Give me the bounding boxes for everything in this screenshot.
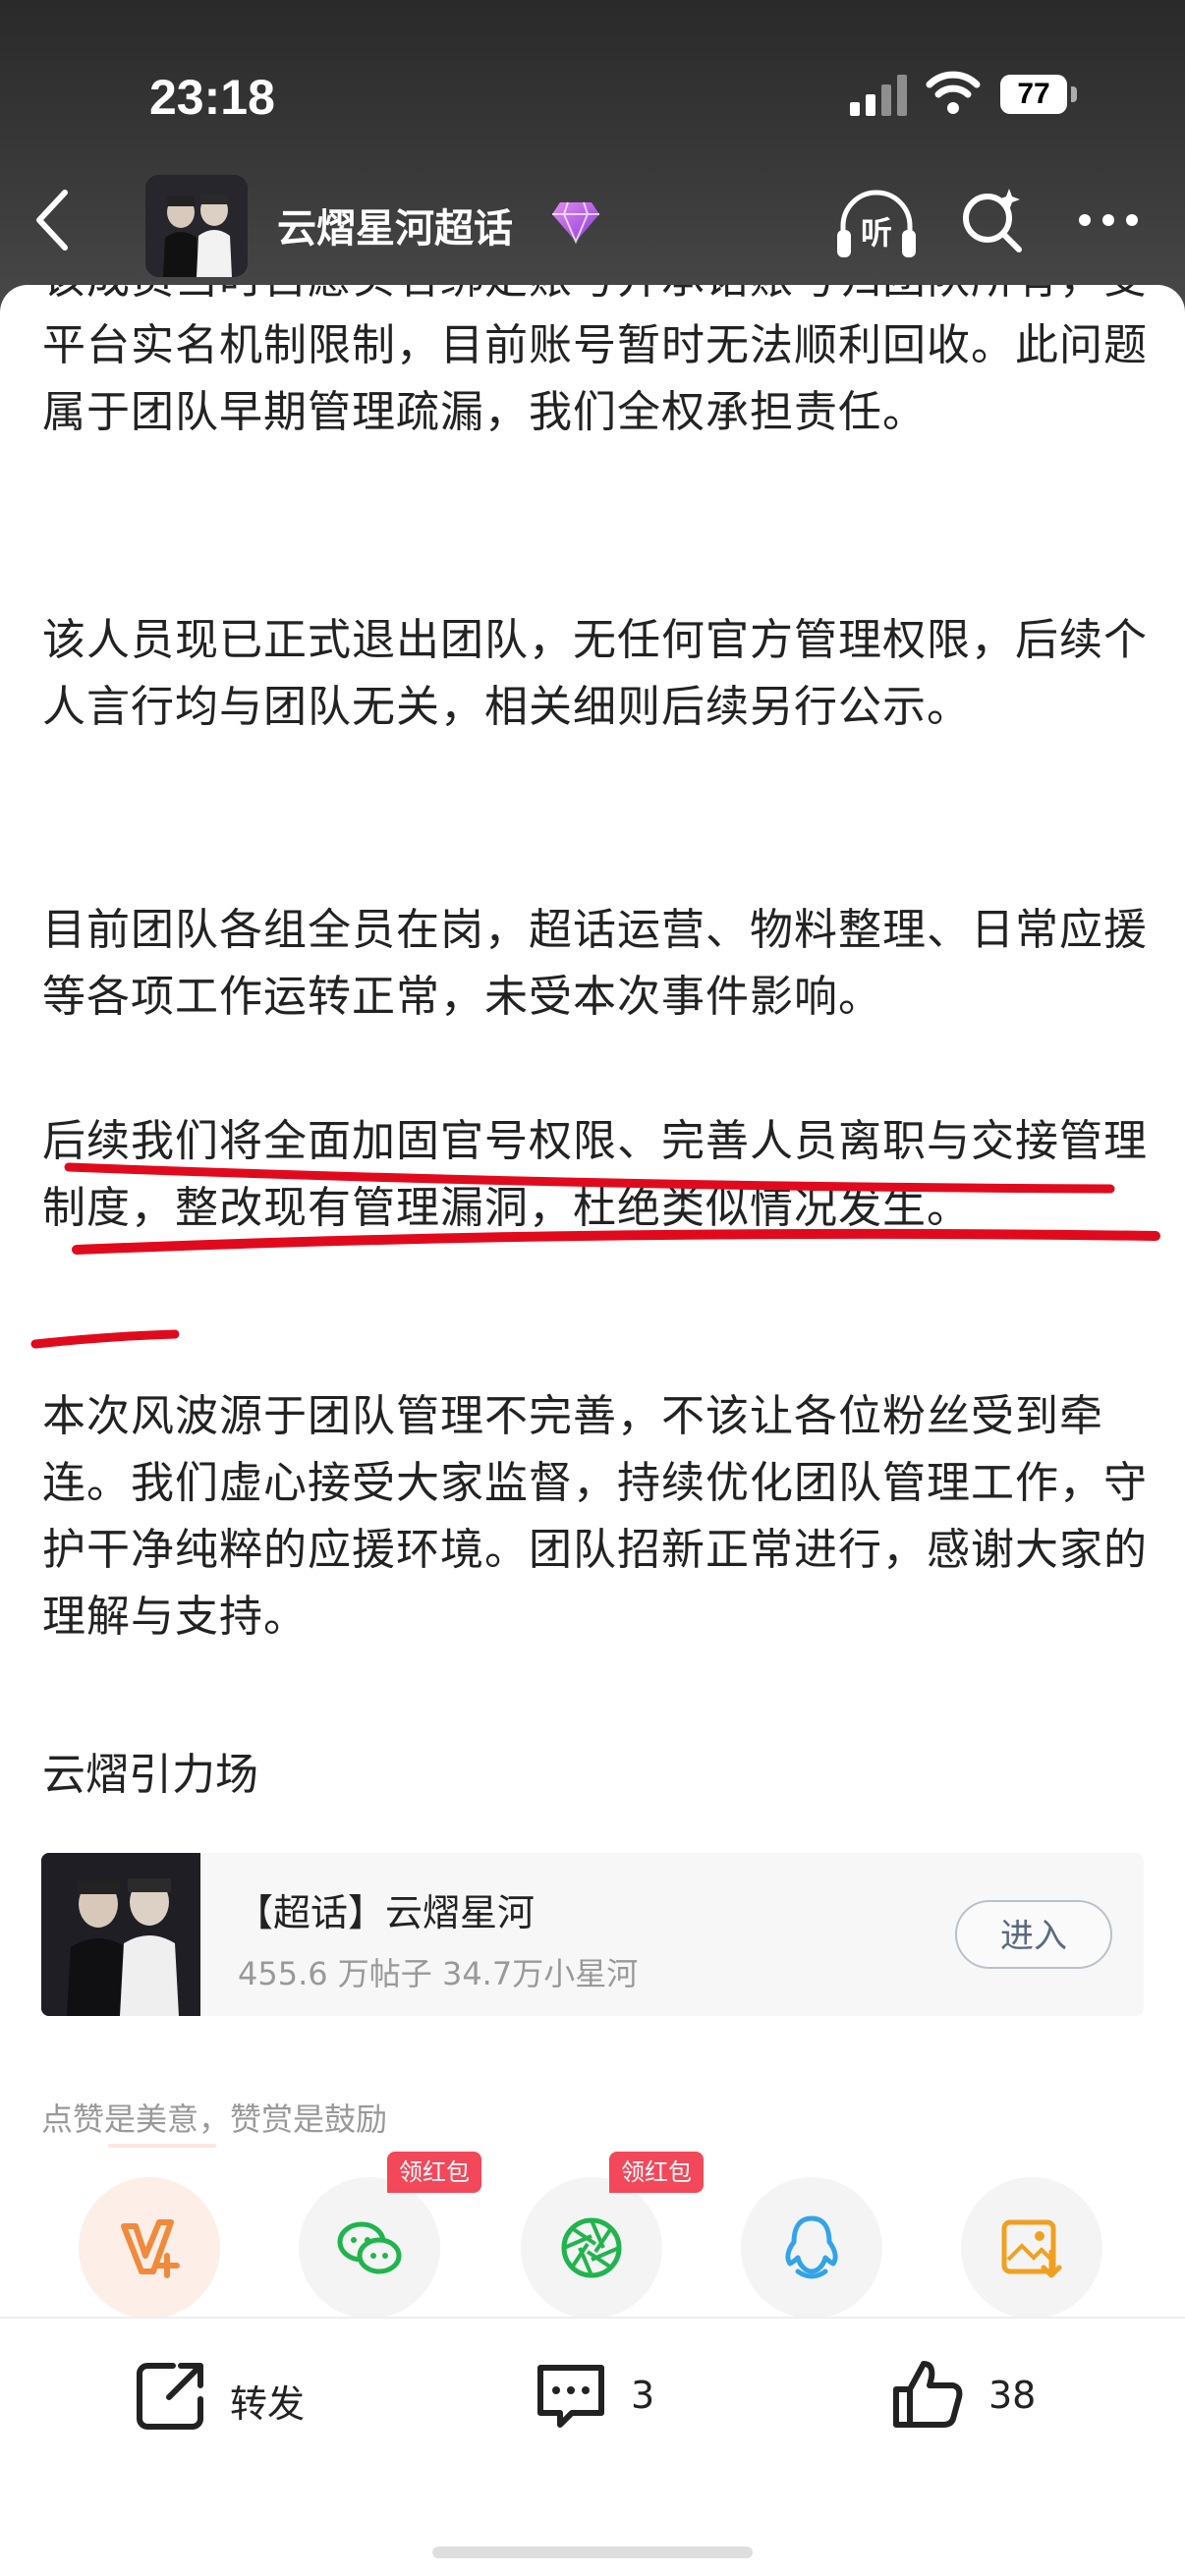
comment-button[interactable]: 3: [533, 2356, 670, 2435]
article-paragraph-4: 后续我们将全面加固官号权限、完善人员离职与交接管理制度，整改现有管理漏洞，杜绝类…: [42, 1116, 1148, 1233]
article-paragraph-3: 目前团队各组全员在岗，超话运营、物料整理、日常应援等各项工作运转正常，未受本次事…: [42, 905, 1148, 1022]
wechat-red-packet-badge: 领红包: [387, 2152, 481, 2193]
article-paragraph-5: 本次风波源于团队管理不完善，不该让各位粉丝受到牵连。我们虚心接受大家监督，持续优…: [42, 1391, 1148, 1642]
supertopic-thumbnail: [41, 1853, 200, 2016]
like-button[interactable]: 38: [890, 2356, 1047, 2435]
more-options-icon[interactable]: [1077, 210, 1140, 230]
repost-icon: [137, 2363, 203, 2430]
share-moments-button[interactable]: [521, 2177, 662, 2319]
wifi-icon: [926, 71, 981, 114]
top-navigation-bar: 云熠星河超话 听: [0, 167, 1185, 277]
like-hint-indicator: [108, 2144, 216, 2148]
battery-tip: [1071, 86, 1077, 102]
reward-v-plus-icon: [121, 2219, 180, 2278]
back-arrow-icon[interactable]: [29, 187, 73, 253]
comment-bubble-icon: [537, 2365, 604, 2428]
repost-label: 转发: [230, 2382, 306, 2426]
cellular-signal-icon: [850, 75, 907, 116]
post-signature: 云熠引力场: [42, 1750, 258, 1800]
repost-button[interactable]: 转发: [134, 2356, 330, 2435]
article-paragraph-1: 该成员当时自愿实名绑定账号并承诺账号归团队所有，受平台实名机制限制，目前账号暂时…: [42, 285, 1148, 437]
qq-penguin-icon: [785, 2215, 838, 2279]
supertopic-stats: 455.6 万帖子 34.7万小星河: [238, 1955, 639, 1992]
thumbnail-photo-icon: [41, 1853, 200, 2016]
search-icon[interactable]: [958, 185, 1027, 253]
home-indicator[interactable]: [432, 2547, 753, 2558]
save-image-icon: [1001, 2219, 1062, 2278]
diamond-badge-icon: [552, 201, 599, 244]
like-count: 38: [988, 2374, 1037, 2417]
save-image-button[interactable]: [961, 2177, 1102, 2319]
bottom-action-bar: 转发 3 38: [0, 2319, 1185, 2466]
listen-label: 听: [861, 214, 892, 252]
enter-supertopic-button[interactable]: 进入: [955, 1900, 1112, 1969]
page-title: 云熠星河超话: [277, 206, 513, 252]
thumbs-up-icon: [893, 2361, 963, 2428]
moments-red-packet-badge: 领红包: [609, 2152, 704, 2193]
share-wechat-button[interactable]: [299, 2177, 440, 2319]
moments-shutter-icon: [561, 2217, 622, 2278]
supertopic-name: 【超话】云熠星河: [236, 1891, 536, 1934]
comment-count: 3: [631, 2374, 655, 2417]
clock-time: 23:18: [149, 70, 275, 125]
supertopic-avatar[interactable]: [145, 175, 248, 277]
listen-headphones-icon[interactable]: 听: [835, 187, 918, 261]
wechat-icon: [337, 2221, 402, 2274]
share-qq-button[interactable]: [741, 2177, 882, 2319]
like-hint-text: 点赞是美意，赞赏是鼓励: [41, 2100, 388, 2138]
battery-indicator: 77: [1000, 75, 1067, 114]
reward-button[interactable]: [79, 2177, 220, 2319]
status-bar: 23:18 77: [0, 0, 1185, 187]
supertopic-card[interactable]: 【超话】云熠星河 455.6 万帖子 34.7万小星河 进入: [41, 1853, 1144, 2016]
article-paragraph-2: 该人员现已正式退出团队，无任何官方管理权限，后续个人言行均与团队无关，相关细则后…: [42, 615, 1148, 732]
avatar-photo-icon: [145, 175, 248, 277]
